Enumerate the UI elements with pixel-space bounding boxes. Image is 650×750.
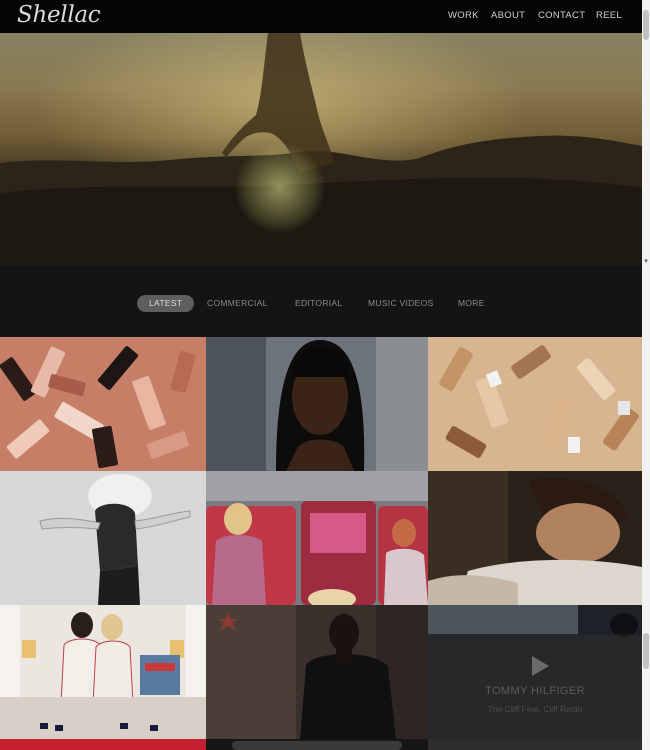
lens-flare (235, 143, 325, 233)
category-filters: LATEST COMMERCIAL EDITORIAL MUSIC VIDEOS… (0, 266, 642, 337)
tile-man-leather-jacket[interactable] (206, 605, 428, 739)
hero-silhouette (222, 33, 334, 173)
tile-foundation-bottles[interactable] (428, 337, 642, 471)
tile-row4-middle[interactable] (206, 739, 428, 750)
tile-airplane-passengers[interactable] (206, 471, 428, 605)
tile-lipstick-tubes[interactable] (0, 337, 206, 471)
video-subtitle: The Cliff Feat. Cliff Radio (487, 704, 583, 714)
tile-model-portrait[interactable] (206, 337, 428, 471)
play-icon[interactable] (532, 656, 549, 676)
nav-work[interactable]: WORK (448, 10, 479, 21)
filter-editorial[interactable]: EDITORIAL (295, 295, 342, 312)
tile-man-resting[interactable] (428, 471, 642, 605)
tile-row4-left[interactable] (0, 739, 206, 750)
scroll-down-icon[interactable]: ▾ (642, 258, 650, 266)
tile-two-women[interactable] (0, 605, 206, 739)
hero-scrollbar[interactable]: ▾ (642, 0, 650, 266)
scroll-thumb[interactable] (643, 10, 649, 40)
lipstick-tubes-image (0, 337, 206, 471)
model-portrait-image (206, 337, 428, 471)
man-resting-image (428, 471, 642, 605)
shellac-logo[interactable]: Shellac (17, 2, 101, 28)
filter-music-videos[interactable]: MUSIC VIDEOS (368, 295, 433, 312)
site-header: Shellac WORK ABOUT CONTACT REEL (0, 0, 642, 33)
hero-video[interactable] (0, 33, 642, 266)
airplane-passengers-image (206, 471, 428, 605)
nav-reel[interactable]: REEL (596, 10, 622, 21)
nav-about[interactable]: ABOUT (491, 10, 525, 21)
tile-row4-right[interactable] (428, 739, 642, 750)
filter-latest[interactable]: LATEST (137, 295, 195, 312)
row4-middle-image (232, 741, 402, 750)
page-scrollbar[interactable] (642, 266, 650, 750)
two-women-image (0, 605, 206, 739)
video-title: TOMMY HILFIGER (485, 685, 585, 697)
filter-more[interactable]: MORE (458, 295, 485, 312)
foundation-bottles-image (428, 337, 642, 471)
scroll-thumb[interactable] (643, 633, 649, 669)
dancer-image (0, 471, 206, 605)
tile-dancer[interactable] (0, 471, 206, 605)
nav-contact[interactable]: CONTACT (538, 10, 585, 21)
man-leather-jacket-image (206, 605, 428, 739)
filter-commercial[interactable]: COMMERCIAL (207, 295, 268, 312)
video-hover-overlay[interactable]: TOMMY HILFIGER The Cliff Feat. Cliff Rad… (428, 634, 642, 739)
